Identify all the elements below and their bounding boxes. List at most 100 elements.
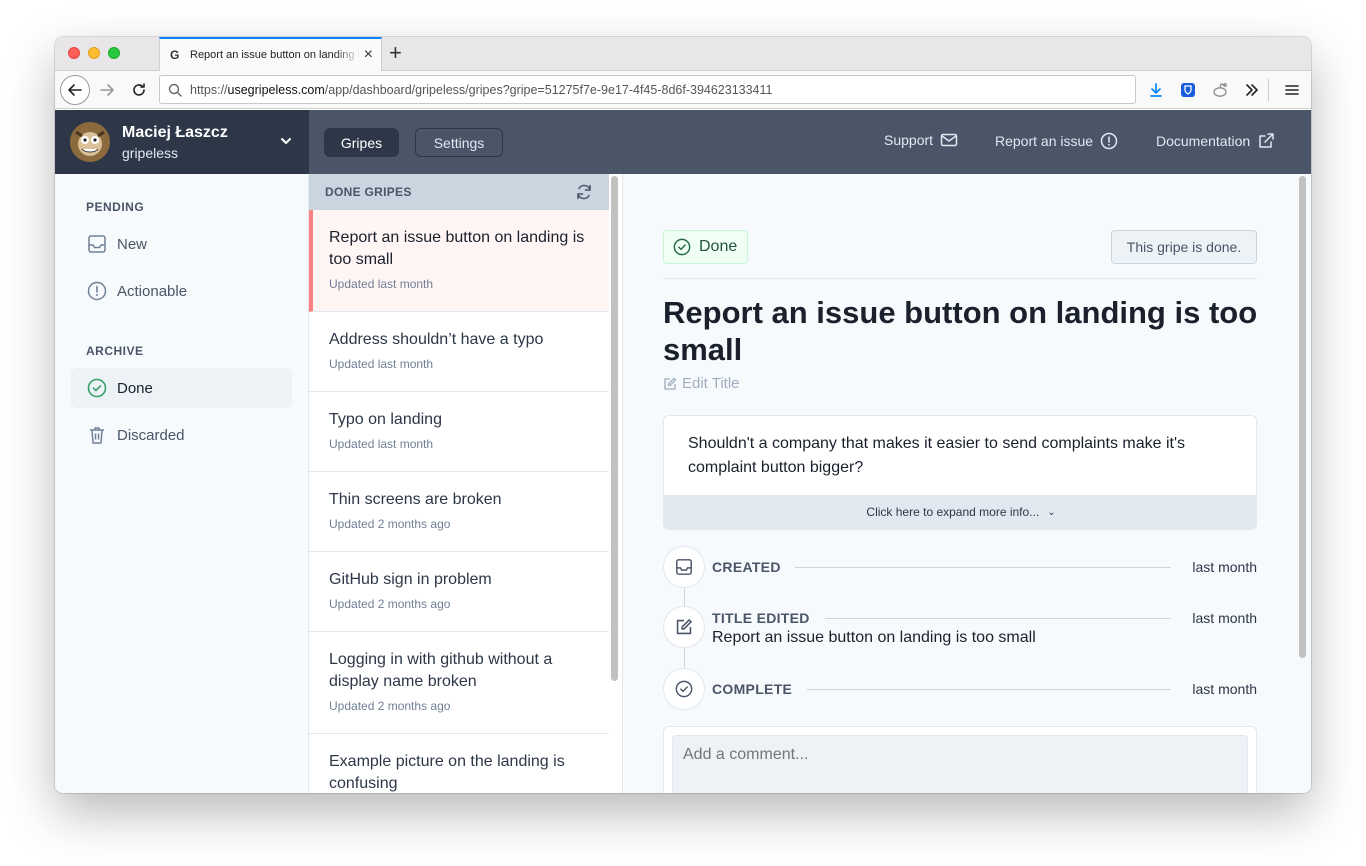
list-item-meta: Updated last month <box>329 277 434 291</box>
check-circle-icon <box>87 378 107 398</box>
maximize-window-button[interactable] <box>108 47 120 59</box>
comment-card <box>663 726 1257 793</box>
downloads-button[interactable] <box>1145 79 1167 101</box>
edit-title-button[interactable]: Edit Title <box>663 375 740 392</box>
timeline-rule <box>825 618 1171 619</box>
sidebar-item-actionable[interactable]: Actionable <box>71 271 292 311</box>
overflow-menu-button[interactable] <box>1241 79 1263 101</box>
forward-button[interactable] <box>95 77 119 103</box>
check-circle-icon <box>673 238 691 256</box>
gripe-list: DONE GRIPES Report an issue button on la… <box>309 174 623 793</box>
edit-icon <box>664 377 677 390</box>
search-icon <box>168 83 182 97</box>
trash-icon <box>90 427 104 444</box>
toolbar-separator <box>1268 79 1269 101</box>
tab-bar: G Report an issue button on landing is t… <box>55 37 1311 71</box>
status-badge: Done <box>663 230 748 264</box>
list-item-meta: Updated 2 months ago <box>329 517 451 531</box>
list-scrollbar[interactable] <box>611 176 618 681</box>
menu-icon <box>1285 85 1299 95</box>
list-header: DONE GRIPES <box>309 174 609 210</box>
list-item[interactable]: Report an issue button on landing is too… <box>309 210 609 312</box>
arrow-right-icon <box>100 84 114 96</box>
list-item[interactable]: Address shouldn’t have a typo Updated la… <box>309 312 609 392</box>
hamburger-menu-button[interactable] <box>1281 79 1303 101</box>
support-link[interactable]: Support <box>884 132 958 148</box>
chevron-down-icon: ⌄ <box>1047 506 1056 518</box>
list-item[interactable]: Thin screens are broken Updated 2 months… <box>309 472 609 552</box>
browser-tab-title: Report an issue button on landing is too… <box>190 49 360 61</box>
url-host: usegripeless.com <box>227 82 325 97</box>
sidebar-item-label: New <box>117 235 148 253</box>
timeline-rule <box>807 689 1171 690</box>
avatar <box>70 122 110 162</box>
timeline-complete-marker <box>663 668 705 710</box>
navigation-bar: https://usegripeless.com/app/dashboard/g… <box>55 71 1311 109</box>
minimize-window-button[interactable] <box>88 47 100 59</box>
list-item-title: GitHub sign in problem <box>329 571 492 588</box>
new-tab-button[interactable]: + <box>389 41 402 65</box>
url-bar[interactable]: https://usegripeless.com/app/dashboard/g… <box>159 75 1136 104</box>
tab-settings[interactable]: Settings <box>415 128 503 157</box>
list-item-title: Typo on landing <box>329 411 442 428</box>
reddit-icon <box>1213 83 1227 97</box>
close-window-button[interactable] <box>68 47 80 59</box>
edit-icon <box>676 619 692 635</box>
inbox-icon <box>88 235 106 253</box>
detail-scrollbar[interactable] <box>1299 176 1306 658</box>
close-tab-icon[interactable]: × <box>364 46 373 64</box>
favicon-icon: G <box>170 48 180 62</box>
list-item-title: Thin screens are broken <box>329 491 502 508</box>
arrow-left-icon <box>68 84 82 96</box>
timeline-edited-marker <box>663 606 705 648</box>
status-note: This gripe is done. <box>1111 230 1257 264</box>
sidebar-item-discarded[interactable]: Discarded <box>71 415 292 455</box>
report-issue-link[interactable]: Report an issue <box>995 132 1118 150</box>
documentation-link[interactable]: Documentation <box>1156 132 1275 150</box>
list-item-meta: Updated last month <box>329 357 434 371</box>
app-root: Maciej Łaszcz gripeless Gripes Settings … <box>55 110 1311 793</box>
tab-gripes[interactable]: Gripes <box>324 128 399 157</box>
url-path: /app/dashboard/gripeless/gripes?gripe=51… <box>324 82 773 97</box>
browser-tab-active[interactable]: G Report an issue button on landing is t… <box>159 37 382 71</box>
alert-circle-icon <box>1100 132 1118 150</box>
bitwarden-extension-button[interactable] <box>1177 79 1199 101</box>
monkey-avatar-icon <box>70 122 110 162</box>
sidebar-item-new[interactable]: New <box>71 224 292 264</box>
list-item[interactable]: Example picture on the landing is confus… <box>309 734 609 793</box>
mail-icon <box>940 133 958 147</box>
list-heading: DONE GRIPES <box>325 185 412 199</box>
refresh-icon[interactable] <box>575 183 593 201</box>
timeline-time: last month <box>1192 610 1257 626</box>
expand-info-button[interactable]: Click here to expand more info... ⌄ <box>664 495 1256 529</box>
list-item[interactable]: GitHub sign in problem Updated 2 months … <box>309 552 609 632</box>
back-button[interactable] <box>60 75 90 105</box>
expand-info-label: Click here to expand more info... <box>866 505 1040 519</box>
timeline-time: last month <box>1192 559 1257 575</box>
app-header: Maciej Łaszcz gripeless Gripes Settings … <box>55 110 1311 174</box>
sidebar-item-done[interactable]: Done <box>71 368 292 408</box>
comment-input[interactable] <box>672 735 1248 793</box>
timeline-label: CREATED <box>712 559 781 575</box>
sidebar-item-label: Done <box>117 379 153 397</box>
list-item[interactable]: Typo on landing Updated last month <box>309 392 609 472</box>
account-switcher[interactable]: Maciej Łaszcz gripeless <box>55 110 309 174</box>
reddit-extension-button[interactable] <box>1209 79 1231 101</box>
alert-circle-icon <box>87 281 107 301</box>
list-item-title: Logging in with github without a display… <box>329 651 553 690</box>
download-icon <box>1150 83 1162 97</box>
support-label: Support <box>884 132 934 148</box>
timeline-time: last month <box>1192 681 1257 697</box>
reload-button[interactable] <box>127 77 151 103</box>
status-label: Done <box>699 238 738 255</box>
list-item-title: Report an issue button on landing is too… <box>329 229 585 268</box>
archive-heading: ARCHIVE <box>86 344 144 358</box>
chevrons-right-icon <box>1246 84 1258 96</box>
timeline-label: TITLE EDITED <box>712 610 810 626</box>
inbox-icon <box>676 559 692 575</box>
pending-heading: PENDING <box>86 200 145 214</box>
url-text: https://usegripeless.com/app/dashboard/g… <box>190 83 772 97</box>
report-issue-label: Report an issue <box>995 133 1094 149</box>
list-item[interactable]: Logging in with github without a display… <box>309 632 609 734</box>
account-name: Maciej Łaszcz <box>122 123 228 141</box>
